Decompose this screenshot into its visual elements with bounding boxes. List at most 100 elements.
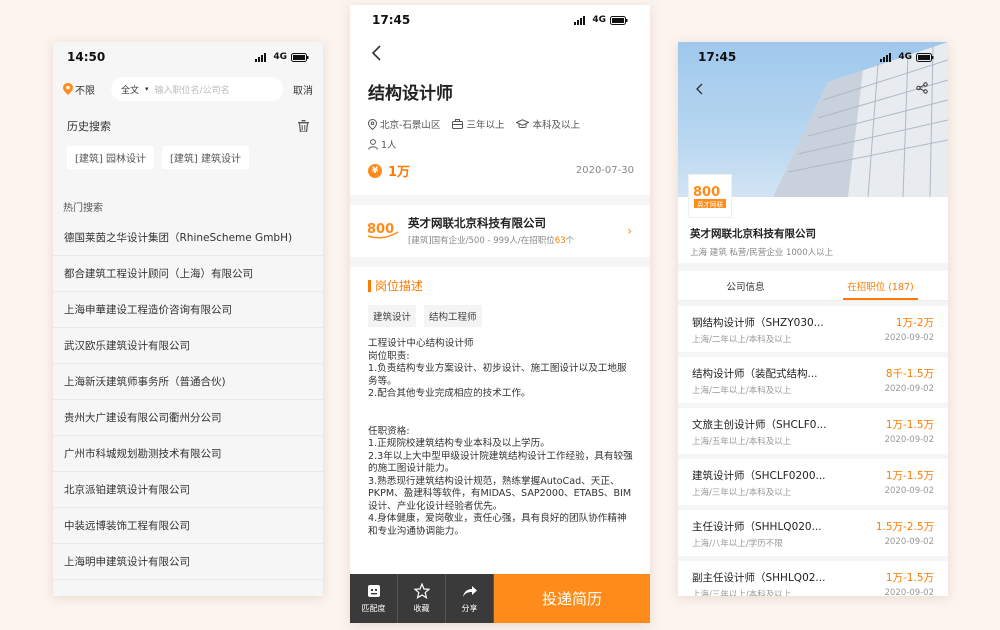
hot-item[interactable]: 广州市科城规划勘测技术有限公司: [53, 436, 323, 472]
company-name: 英才网联北京科技有限公司: [408, 215, 546, 230]
divider: [350, 257, 650, 267]
history-header: 历史搜索: [53, 118, 323, 134]
hot-item[interactable]: 上海申華建设工程造价咨询有限公司: [53, 292, 323, 328]
job-location: 北京-石景山区: [380, 120, 441, 131]
job-title: 结构设计师: [368, 84, 453, 104]
yen-icon: ¥: [368, 163, 382, 178]
status-time: 17:45: [698, 50, 737, 64]
company-job-count: 63: [554, 235, 566, 246]
job-salary: 1万: [388, 165, 411, 180]
battery-icon: [916, 52, 934, 62]
person-icon: [368, 138, 378, 150]
company-info: [建筑]国有企业/500 - 999人/在招职位63个: [408, 235, 575, 246]
location-pin-icon: [63, 83, 73, 95]
job-row[interactable]: 副主任设计师（SHHLQ02... 1万-1.5万 上海/三年以上/本科及以上 202…: [678, 561, 948, 596]
signal-icon: [880, 52, 892, 62]
job-date: 2020-07-30: [575, 165, 634, 176]
company-row[interactable]: 800 英才网联北京科技有限公司 [建筑]国有企业/500 - 999人/在招职…: [366, 211, 636, 249]
history-chips: [建筑] 园林设计 [建筑] 建筑设计: [53, 146, 323, 169]
job-description: 工程设计中心结构设计师 岗位职责: 1.负责结构专业方案设计、初步设计、施工图设…: [368, 338, 633, 537]
status-bar: 14:50 4G: [53, 42, 323, 72]
network-label: 4G: [592, 15, 606, 25]
job-row[interactable]: 钢结构设计师（SHZY030... 1万-2万 上海/二年以上/本科及以上 2020-…: [678, 306, 948, 352]
chevron-right-icon: ›: [627, 224, 632, 238]
hot-item[interactable]: 武汉欧乐建筑设计有限公司: [53, 328, 323, 364]
search-mode[interactable]: 全文: [121, 83, 139, 96]
signal-icon: [574, 15, 586, 25]
job-salary-row: ¥ 1万: [368, 161, 410, 180]
share-icon[interactable]: [916, 82, 928, 94]
search-screen: 14:50 4G 不限 全文 ▾ 输入职位名/公司名 取消 历史搜索 [建筑] …: [53, 42, 323, 596]
section-header: 岗位描述: [368, 277, 423, 294]
history-chip[interactable]: [建筑] 建筑设计: [161, 146, 249, 169]
search-bar: 不限 全文 ▾ 输入职位名/公司名 取消: [53, 72, 323, 106]
trash-icon[interactable]: [298, 120, 309, 132]
network-label: 4G: [273, 52, 287, 62]
hot-item[interactable]: 中装远博装饰工程有限公司: [53, 508, 323, 544]
bottom-bar: 匹配度 收藏 分享 投递简历: [350, 574, 650, 623]
job-row[interactable]: 建筑设计师（SHCLF0200... 1万-1.5万 上海/三年以上/本科及以上 20…: [678, 459, 948, 505]
job-row[interactable]: 文旅主创设计师（SHCLF0... 1万-1.5万 上海/五年以上/本科及以上 202…: [678, 408, 948, 454]
back-arrow-icon[interactable]: [695, 82, 705, 96]
company-logo-icon: 800英才网联: [693, 185, 726, 209]
favorite-button[interactable]: 收藏: [398, 574, 446, 623]
graduation-cap-icon: [516, 119, 530, 129]
job-row[interactable]: 主任设计师（SHHLQ020... 1.5万-2.5万 上海/八年以上/学历不限 20…: [678, 510, 948, 556]
location-pin-icon: [368, 118, 377, 130]
job-tags: 建筑设计 结构工程师: [368, 305, 482, 327]
status-time: 17:45: [372, 13, 411, 27]
history-title: 历史搜索: [67, 120, 111, 133]
job-tag: 结构工程师: [424, 305, 482, 327]
battery-icon: [291, 52, 309, 62]
svg-text:800: 800: [693, 185, 720, 200]
status-bar: 17:45 4G: [678, 42, 948, 72]
history-chip[interactable]: [建筑] 园林设计: [67, 146, 154, 169]
briefcase-icon: [452, 119, 464, 129]
company-logo: 800 英才网联: [688, 174, 732, 218]
hot-item[interactable]: 上海新沃建筑师事务所（普通合伙): [53, 364, 323, 400]
apply-button[interactable]: 投递简历: [494, 574, 650, 623]
company-tabs: 公司信息 在招职位 (187): [678, 271, 948, 301]
company-screen: 17:45 4G 800 英才网联 英才网联北京科技有限公司 上海 建筑 私营/民…: [678, 42, 948, 596]
tab-open-positions[interactable]: 在招职位 (187): [813, 271, 948, 300]
hot-item[interactable]: 德国莱茵之华设计集团（RhineScheme GmbH): [53, 220, 323, 256]
search-placeholder: 输入职位名/公司名: [154, 85, 230, 96]
job-row[interactable]: 结构设计师（装配式结构... 8千-1.5万 上海/二年以上/本科及以上 2020-0…: [678, 357, 948, 403]
job-experience: 三年以上: [466, 120, 505, 131]
status-time: 14:50: [67, 50, 106, 64]
company-name: 英才网联北京科技有限公司: [690, 228, 816, 240]
company-logo-icon: 800: [367, 222, 399, 239]
tab-company-info[interactable]: 公司信息: [678, 271, 813, 300]
share-icon: [462, 586, 477, 597]
cancel-button[interactable]: 取消: [293, 82, 313, 97]
back-arrow-icon[interactable]: [370, 43, 384, 63]
svg-text:800: 800: [367, 222, 394, 237]
robot-icon: [367, 585, 380, 597]
svg-text:英才网联: 英才网联: [697, 200, 724, 209]
hot-item[interactable]: 上海明申建筑设计有限公司: [53, 544, 323, 580]
job-tag: 建筑设计: [368, 305, 417, 327]
hot-title: 热门搜索: [63, 203, 103, 214]
location-label: 不限: [75, 85, 95, 97]
hot-item[interactable]: 北京派铂建筑设计有限公司: [53, 472, 323, 508]
match-button[interactable]: 匹配度: [350, 574, 398, 623]
search-input[interactable]: 全文 ▾ 输入职位名/公司名: [111, 77, 283, 101]
hot-list: 德国莱茵之华设计集团（RhineScheme GmbH) 都合建筑工程设计顾问（…: [53, 220, 323, 580]
caret-down-icon: ▾: [145, 85, 149, 93]
company-info: 上海 建筑 私营/民营企业 1000人以上: [690, 248, 834, 258]
job-headcount-row: 1人: [368, 137, 397, 151]
signal-icon: [255, 52, 267, 62]
job-headcount: 1人: [381, 140, 397, 151]
divider: [350, 195, 650, 205]
hot-item[interactable]: 都合建筑工程设计顾问（上海）有限公司: [53, 256, 323, 292]
location-filter[interactable]: 不限: [63, 82, 105, 97]
section-title: 岗位描述: [375, 279, 424, 293]
hot-item[interactable]: 贵州大广建设有限公司衢州分公司: [53, 400, 323, 436]
job-education: 本科及以上: [532, 120, 580, 131]
share-button[interactable]: 分享: [446, 574, 494, 623]
job-meta: 北京-石景山区 三年以上 本科及以上: [368, 117, 580, 131]
job-list: 钢结构设计师（SHZY030... 1万-2万 上海/二年以上/本科及以上 2020-…: [678, 306, 948, 596]
job-detail-screen: 17:45 4G 结构设计师 北京-石景山区 三年以上 本科及以上 1人 ¥ 1…: [350, 5, 650, 623]
battery-icon: [610, 15, 628, 25]
star-icon: [413, 583, 430, 599]
